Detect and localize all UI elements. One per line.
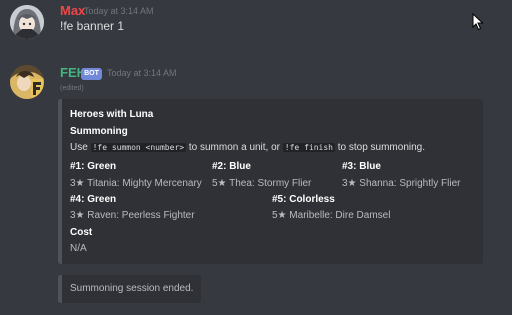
- field-5-value: 5★ Maribelle: Dire Damsel: [272, 210, 391, 221]
- max-message-text: !fe banner 1: [60, 19, 125, 33]
- instructions-prefix: Use: [70, 142, 91, 153]
- field-4-name: #4: Green: [70, 194, 117, 205]
- field-3-value: 3★ Shanna: Sprightly Flier: [342, 178, 461, 189]
- field-4-value: 3★ Raven: Peerless Fighter: [70, 210, 195, 221]
- summoning-embed: Heroes with Luna Summoning Use !fe summo…: [58, 99, 483, 264]
- session-ended-embed: Summoning session ended.: [58, 275, 201, 303]
- edited-label: (edited): [60, 85, 84, 92]
- embed-section-title: Summoning: [70, 126, 128, 137]
- embed-title: Heroes with Luna: [70, 109, 154, 120]
- field-1-name: #1: Green: [70, 161, 117, 172]
- session-ended-text: Summoning session ended.: [70, 283, 194, 294]
- discord-chat-window: Max Today at 3:14 AM !fe banner 1 FEH BO…: [0, 0, 512, 315]
- feh-avatar[interactable]: [10, 65, 44, 99]
- field-2-name: #2: Blue: [212, 161, 251, 172]
- finish-command-code: !fe finish: [282, 143, 335, 152]
- feh-timestamp: Today at 3:14 AM: [107, 68, 177, 78]
- mouse-cursor-icon: [472, 13, 484, 31]
- summon-command-code: !fe summon <number>: [90, 143, 187, 152]
- cost-label: Cost: [70, 227, 93, 238]
- bot-badge: BOT: [81, 68, 102, 80]
- max-timestamp: Today at 3:14 AM: [84, 6, 154, 16]
- field-1-value: 3★ Titania: Mighty Mercenary: [70, 178, 202, 189]
- field-3-name: #3: Blue: [342, 161, 381, 172]
- instructions-middle: to summon a unit, or: [186, 142, 283, 153]
- embed-instructions: Use !fe summon <number> to summon a unit…: [70, 142, 425, 153]
- instructions-suffix: to stop summoning.: [334, 142, 426, 153]
- max-avatar[interactable]: [10, 5, 44, 39]
- feh-bot-avatar-icon: [10, 65, 44, 99]
- field-2-value: 5★ Thea: Stormy Flier: [212, 178, 312, 189]
- field-5-name: #5: Colorless: [272, 194, 335, 205]
- cost-value: N/A: [70, 243, 87, 254]
- anime-girl-avatar-icon: [10, 5, 44, 39]
- max-username[interactable]: Max: [60, 3, 85, 18]
